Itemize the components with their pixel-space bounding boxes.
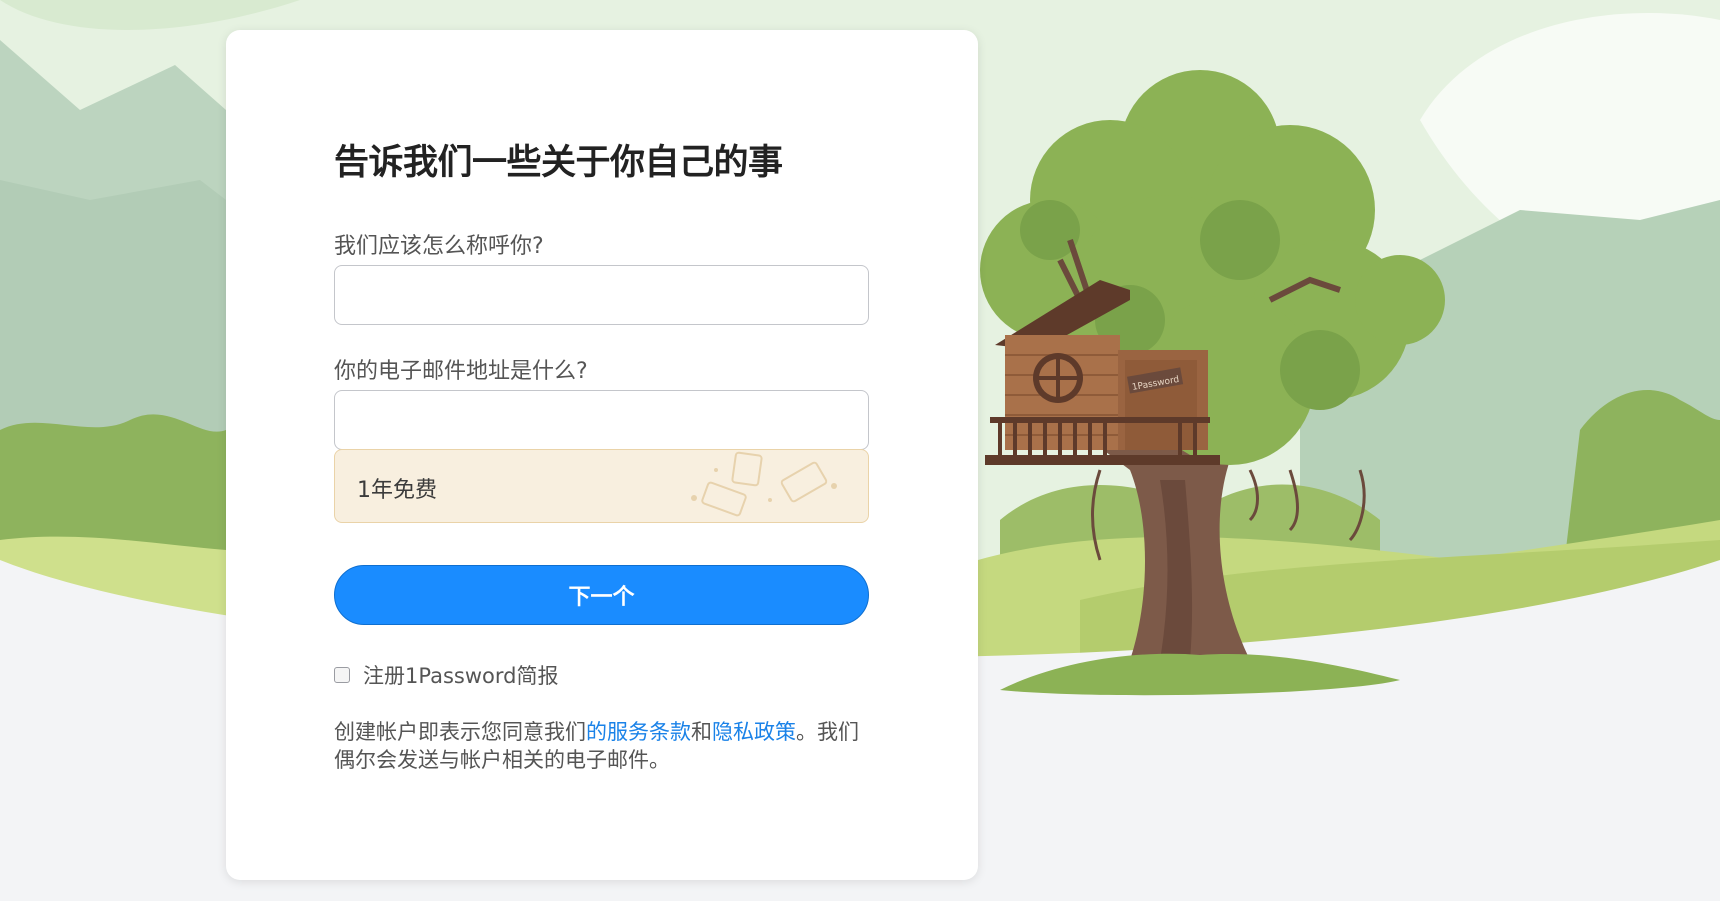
legal-prefix: 创建帐户即表示您同意我们 xyxy=(334,720,586,744)
terms-link[interactable]: 的服务条款 xyxy=(586,720,691,744)
privacy-link[interactable]: 隐私政策 xyxy=(712,720,796,744)
name-input[interactable] xyxy=(334,265,869,325)
page-title: 告诉我们一些关于你自己的事 xyxy=(334,143,783,183)
promo-text: 1年免费 xyxy=(357,478,437,503)
email-label: 你的电子邮件地址是什么? xyxy=(334,359,588,384)
newsletter-checkbox[interactable] xyxy=(334,667,350,683)
signup-card: 告诉我们一些关于你自己的事 我们应该怎么称呼你? 你的电子邮件地址是什么? 1年… xyxy=(226,30,978,880)
newsletter-option[interactable]: 注册1Password简报 xyxy=(334,660,558,690)
name-label: 我们应该怎么称呼你? xyxy=(334,234,544,259)
next-button[interactable]: 下一个 xyxy=(334,565,869,625)
legal-and: 和 xyxy=(691,720,712,744)
legal-text: 创建帐户即表示您同意我们的服务条款和隐私政策。我们偶尔会发送与帐户相关的电子邮件… xyxy=(334,718,869,774)
newsletter-label[interactable]: 注册1Password简报 xyxy=(363,660,558,690)
promo-banner: 1年免费 xyxy=(334,449,869,523)
tickets-icon xyxy=(691,451,837,517)
email-input[interactable] xyxy=(334,390,869,450)
